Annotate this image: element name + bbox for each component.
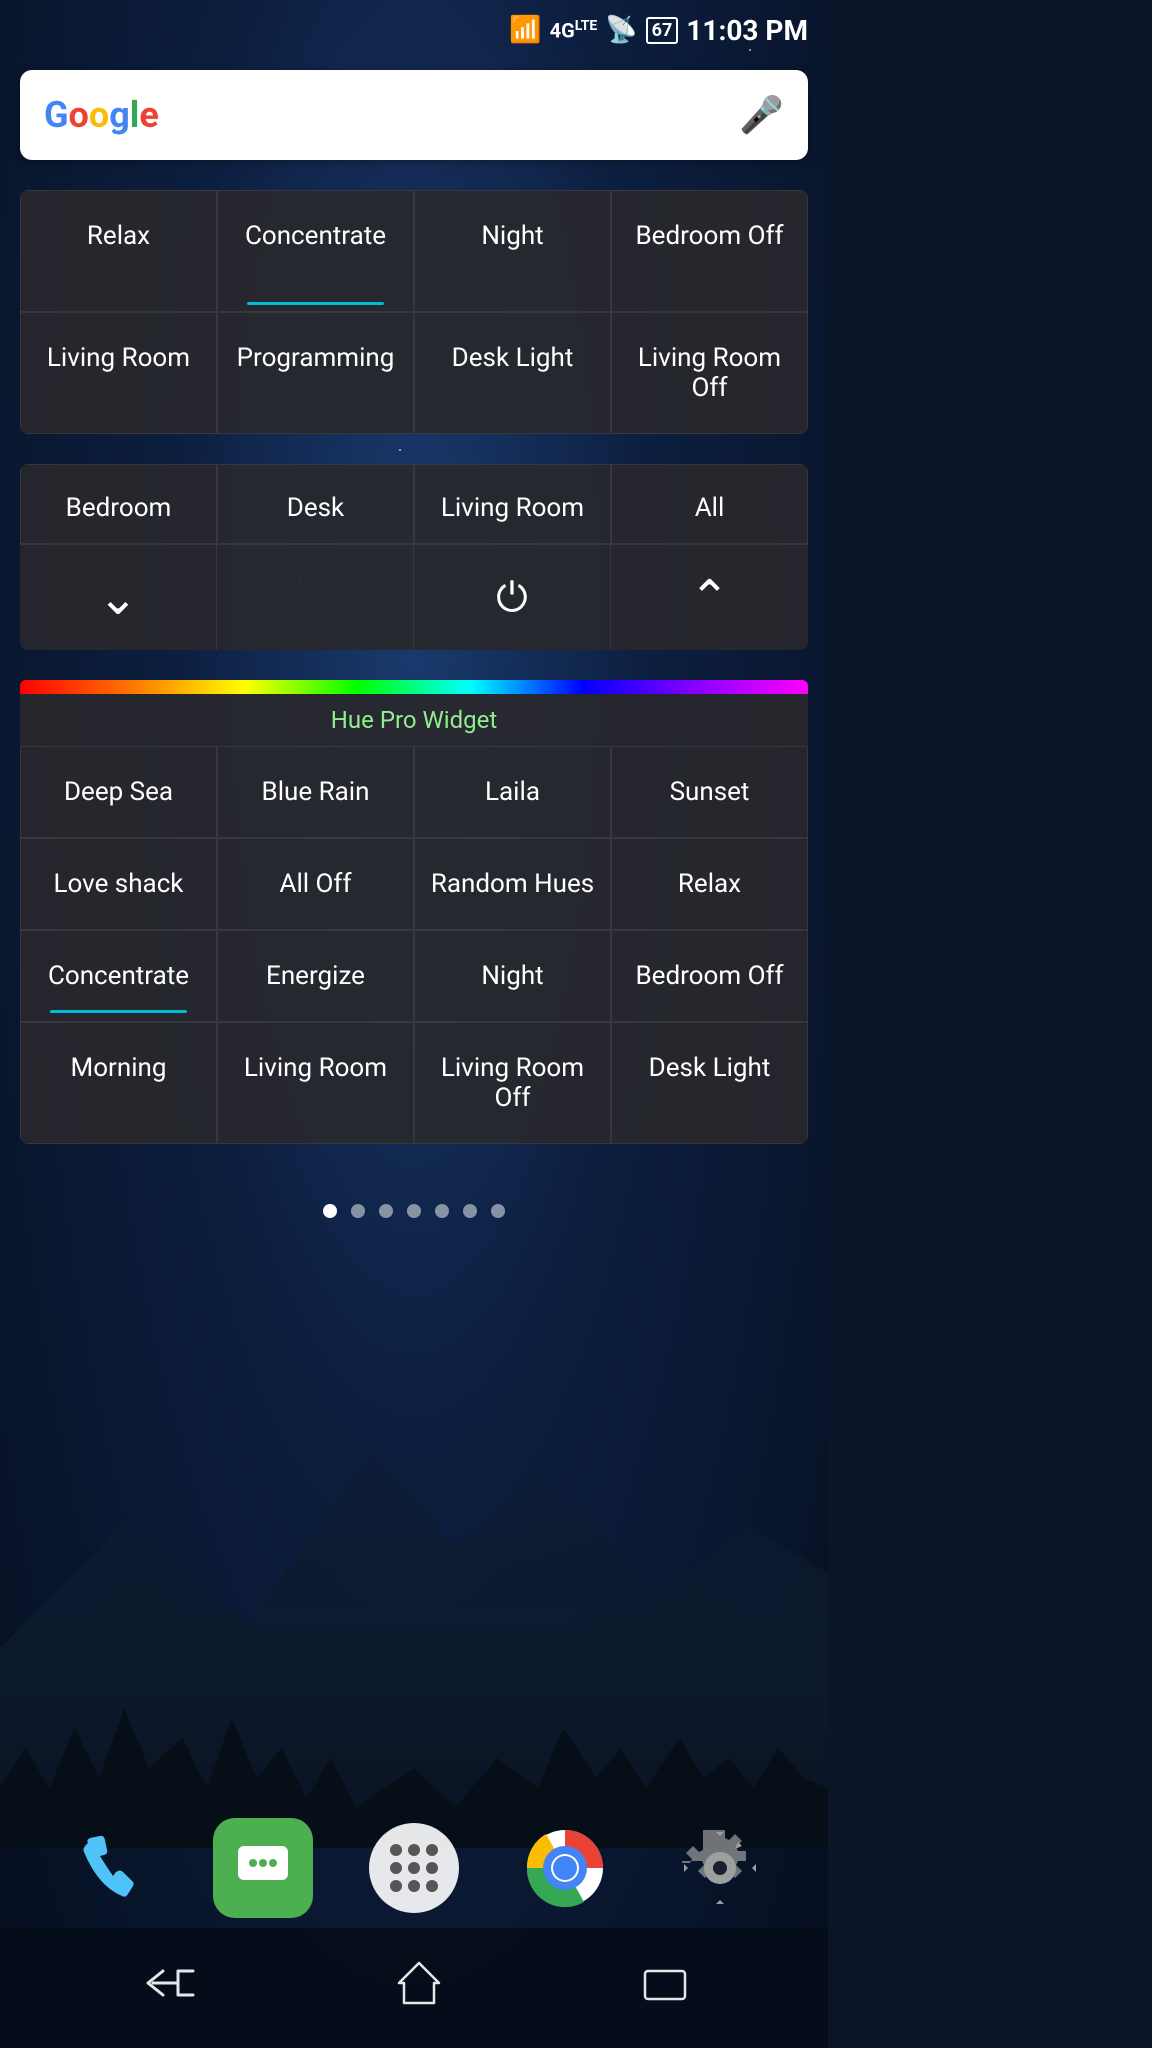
scene-btn-living-room-off[interactable]: Living Room Off (611, 312, 808, 434)
room-btn-bedroom[interactable]: Bedroom (20, 464, 217, 544)
hue-btn-all-off[interactable]: All Off (217, 838, 414, 930)
page-indicators (0, 1184, 828, 1238)
hue-btn-blue-rain[interactable]: Blue Rain (217, 746, 414, 838)
hue-btn-relax[interactable]: Relax (611, 838, 808, 930)
google-search-bar[interactable]: Google 🎤 (20, 70, 808, 160)
hue-btn-love-shack[interactable]: Love shack (20, 838, 217, 930)
hue-btn-laila[interactable]: Laila (414, 746, 611, 838)
room-btn-all[interactable]: All (611, 464, 808, 544)
room-btn-living-room[interactable]: Living Room (414, 464, 611, 544)
hue-rainbow-bar (20, 680, 808, 694)
app-dock (0, 1818, 828, 1918)
app-drawer-icon[interactable] (369, 1823, 459, 1913)
room-btn-desk[interactable]: Desk (217, 464, 414, 544)
phone-app-icon[interactable] (58, 1818, 158, 1918)
scene-btn-programming[interactable]: Programming (217, 312, 414, 434)
page-dot-3[interactable] (379, 1204, 393, 1218)
hue-pro-widget: Hue Pro Widget Deep Sea Blue Rain Laila … (20, 680, 808, 1144)
navigation-bar (0, 1928, 828, 2048)
brightness-up-button[interactable]: ⌃ (611, 545, 808, 650)
status-icons: 📶 4GLTE 📡 67 11:03 PM (509, 14, 808, 47)
page-dot-2[interactable] (351, 1204, 365, 1218)
scene-widget: Relax Concentrate Night Bedroom Off Livi… (20, 190, 808, 434)
messages-app-icon[interactable] (213, 1818, 313, 1918)
power-button[interactable]: ⏻ (414, 545, 611, 650)
hue-buttons-grid: Deep Sea Blue Rain Laila Sunset Love sha… (20, 746, 808, 1144)
scene-btn-concentrate[interactable]: Concentrate (217, 190, 414, 312)
page-dot-6[interactable] (463, 1204, 477, 1218)
brightness-down-button[interactable]: ⌄ (20, 545, 217, 650)
page-dot-5[interactable] (435, 1204, 449, 1218)
google-logo: Google (44, 94, 159, 136)
scene-btn-living-room[interactable]: Living Room (20, 312, 217, 434)
mic-icon[interactable]: 🎤 (739, 94, 784, 136)
hue-btn-sunset[interactable]: Sunset (611, 746, 808, 838)
status-bar: 📶 4GLTE 📡 67 11:03 PM (0, 0, 828, 60)
settings-app-icon[interactable] (670, 1818, 770, 1918)
page-dot-4[interactable] (407, 1204, 421, 1218)
hue-widget-title: Hue Pro Widget (20, 694, 808, 746)
scene-btn-relax[interactable]: Relax (20, 190, 217, 312)
hue-btn-living-room[interactable]: Living Room (217, 1022, 414, 1144)
battery-icon: 67 (646, 17, 679, 44)
wifi-icon: 📶 (509, 15, 541, 45)
hue-btn-living-room-off[interactable]: Living Room Off (414, 1022, 611, 1144)
scene-btn-desk-light[interactable]: Desk Light (414, 312, 611, 434)
hue-btn-concentrate[interactable]: Concentrate (20, 930, 217, 1022)
signal-icon: 📡 (605, 15, 637, 45)
clock: 11:03 PM (686, 14, 808, 47)
scene-btn-night[interactable]: Night (414, 190, 611, 312)
hue-btn-bedroom-off[interactable]: Bedroom Off (611, 930, 808, 1022)
scene-btn-bedroom-off[interactable]: Bedroom Off (611, 190, 808, 312)
scene-buttons-grid: Relax Concentrate Night Bedroom Off Livi… (20, 190, 808, 434)
home-button[interactable] (394, 1958, 444, 2018)
light-control-grid: Bedroom Desk Living Room All ⌄ ⏻ ⌃ (20, 464, 808, 650)
recents-button[interactable] (640, 1963, 690, 2013)
page-dot-7[interactable] (491, 1204, 505, 1218)
main-content: Google 🎤 Relax Concentrate Night Bedroom… (0, 60, 828, 1184)
cellular-icon: 4GLTE (550, 18, 598, 43)
hue-btn-deep-sea[interactable]: Deep Sea (20, 746, 217, 838)
hue-btn-desk-light[interactable]: Desk Light (611, 1022, 808, 1144)
empty-1 (217, 545, 414, 650)
chrome-app-icon[interactable] (515, 1818, 615, 1918)
back-button[interactable] (138, 1963, 198, 2013)
hue-btn-random-hues[interactable]: Random Hues (414, 838, 611, 930)
hue-btn-morning[interactable]: Morning (20, 1022, 217, 1144)
page-dot-1[interactable] (323, 1204, 337, 1218)
hue-btn-energize[interactable]: Energize (217, 930, 414, 1022)
hue-btn-night[interactable]: Night (414, 930, 611, 1022)
light-control-widget: Bedroom Desk Living Room All ⌄ ⏻ ⌃ (20, 464, 808, 650)
light-action-row: ⌄ ⏻ ⌃ (20, 544, 808, 650)
